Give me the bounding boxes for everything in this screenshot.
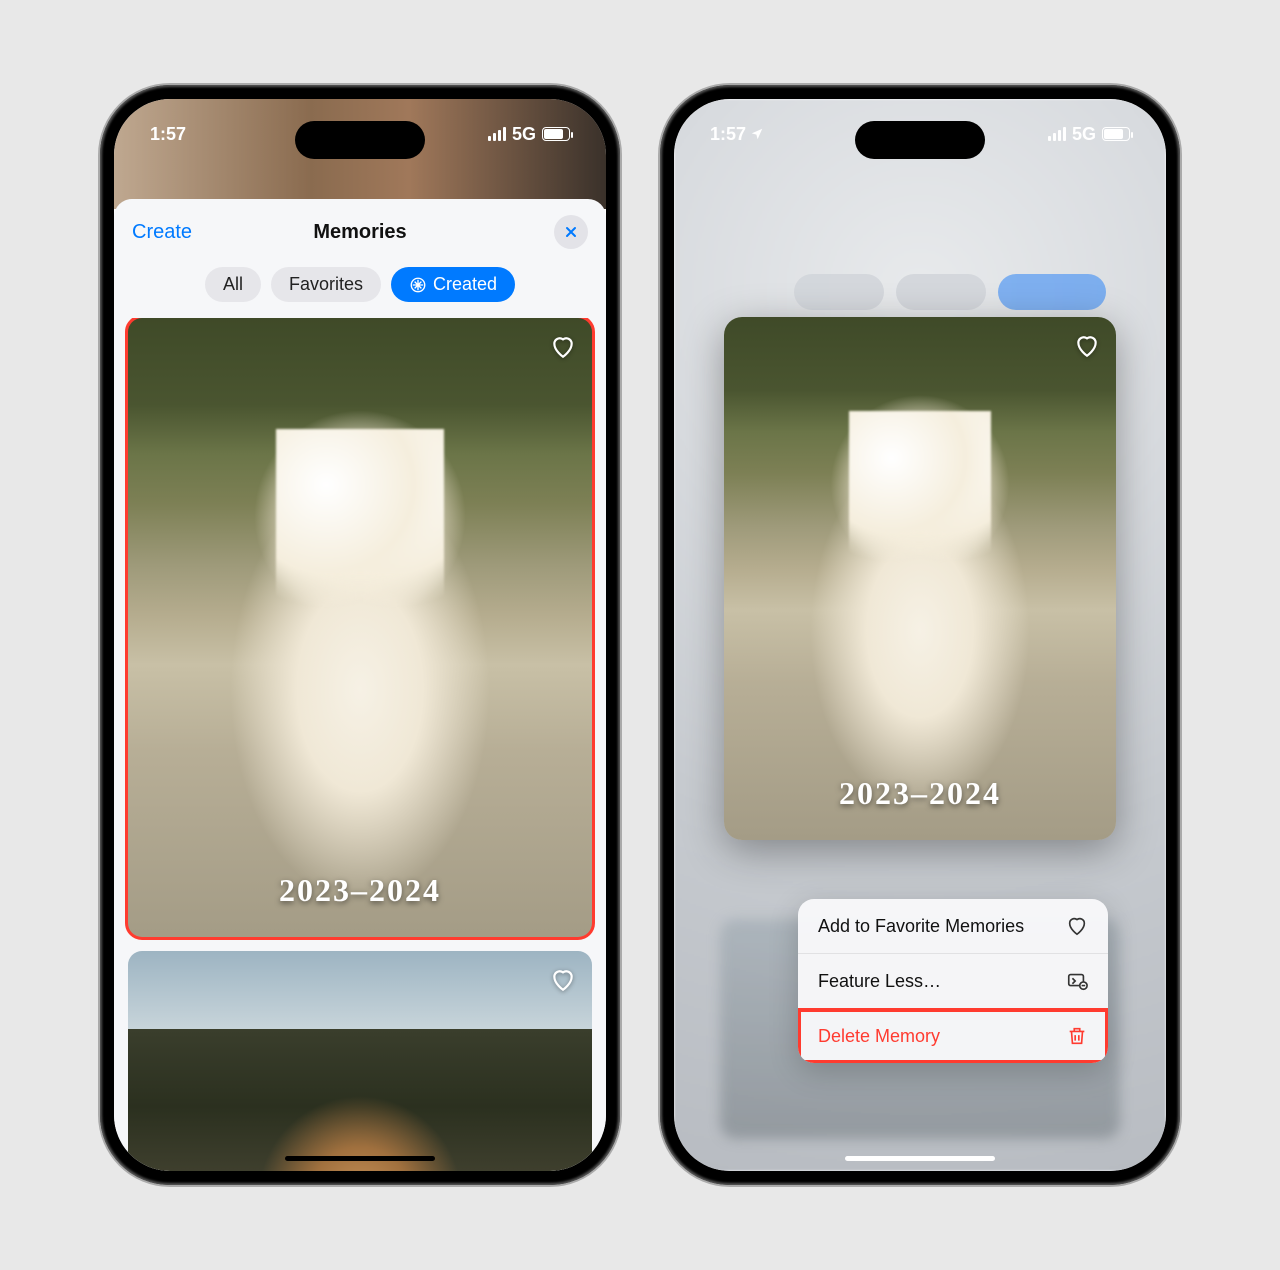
memory-thumbnail — [128, 318, 592, 937]
sparkle-icon — [409, 276, 427, 294]
menu-delete-memory[interactable]: Delete Memory — [798, 1009, 1108, 1063]
network-label: 5G — [512, 124, 536, 145]
phone-screen-left: 1:57 5G Create Memories All Favorites — [114, 99, 606, 1171]
memories-sheet: Create Memories All Favorites Created 2 — [114, 199, 606, 1171]
cellular-signal-icon — [488, 127, 506, 141]
status-time: 1:57 — [710, 124, 746, 145]
dynamic-island — [295, 121, 425, 159]
battery-icon — [1102, 127, 1130, 141]
menu-delete-memory-label: Delete Memory — [818, 1026, 940, 1047]
filter-created-label: Created — [433, 274, 497, 295]
close-button[interactable] — [554, 215, 588, 249]
cellular-signal-icon — [1048, 127, 1066, 141]
memory-card-2[interactable] — [128, 951, 592, 1171]
home-indicator[interactable] — [285, 1156, 435, 1161]
phone-screen-right: 1:57 5G 2023–2024 Add to Favorite Memori… — [674, 99, 1166, 1171]
dynamic-island — [855, 121, 985, 159]
battery-icon — [542, 127, 570, 141]
create-button[interactable]: Create — [132, 221, 192, 244]
blurred-filter-row — [794, 274, 1106, 310]
location-icon — [750, 127, 764, 141]
status-time: 1:57 — [150, 124, 186, 145]
phone-frame-left: 1:57 5G Create Memories All Favorites — [100, 85, 620, 1185]
heart-outline-icon — [1066, 915, 1088, 937]
menu-add-favorite-label: Add to Favorite Memories — [818, 916, 1024, 937]
favorite-heart-icon[interactable] — [550, 334, 576, 360]
memory-card-title: 2023–2024 — [128, 872, 592, 909]
menu-feature-less-label: Feature Less… — [818, 971, 941, 992]
memory-preview-card[interactable]: 2023–2024 — [724, 317, 1116, 840]
sheet-header: Create Memories — [114, 199, 606, 259]
filter-created[interactable]: Created — [391, 267, 515, 302]
phone-frame-right: 1:57 5G 2023–2024 Add to Favorite Memori… — [660, 85, 1180, 1185]
memory-card-title: 2023–2024 — [724, 775, 1116, 812]
feature-less-icon — [1066, 970, 1088, 992]
network-label: 5G — [1072, 124, 1096, 145]
filter-favorites[interactable]: Favorites — [271, 267, 381, 302]
menu-add-favorite[interactable]: Add to Favorite Memories — [798, 899, 1108, 954]
menu-feature-less[interactable]: Feature Less… — [798, 954, 1108, 1009]
memory-thumbnail — [724, 317, 1116, 840]
filter-all[interactable]: All — [205, 267, 261, 302]
cards-scroll-area[interactable]: 2023–2024 — [114, 318, 606, 1171]
favorite-heart-icon[interactable] — [1074, 333, 1100, 359]
filter-row: All Favorites Created — [114, 259, 606, 318]
trash-icon — [1066, 1025, 1088, 1047]
favorite-heart-icon[interactable] — [550, 967, 576, 993]
memory-card-1[interactable]: 2023–2024 — [128, 318, 592, 937]
home-indicator[interactable] — [845, 1156, 995, 1161]
close-icon — [563, 224, 579, 240]
context-menu: Add to Favorite Memories Feature Less… D… — [798, 899, 1108, 1063]
